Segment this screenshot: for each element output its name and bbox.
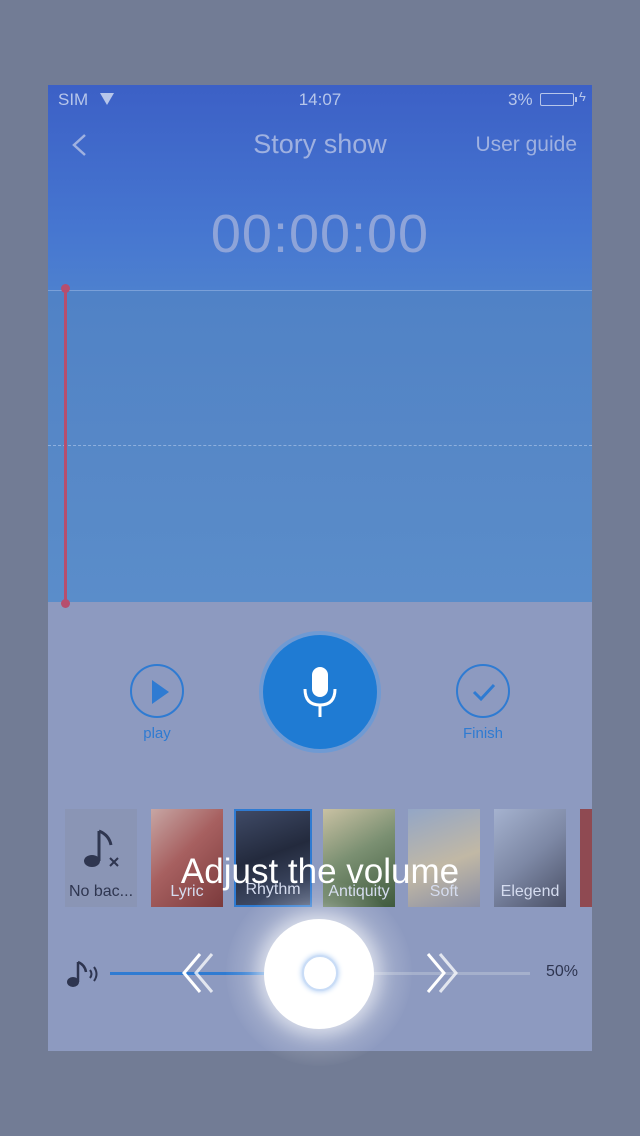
finish-label: Finish [462,725,503,742]
battery-icon [540,93,577,106]
volume-value: 50% [545,963,578,980]
microphone-icon [303,667,337,717]
recording-controls: play Finish [48,602,592,802]
finish-button[interactable] [456,664,510,718]
guide-touch-knob [302,955,338,991]
music-volume-icon [67,960,98,987]
user-guide-link[interactable]: User guide [475,133,577,157]
header: SIM 14:07 3% ϟ Story show User guide 00:… [48,85,592,290]
play-label: play [143,725,171,742]
double-chevron-left-icon [182,953,214,993]
double-chevron-right-icon [426,953,458,993]
recording-timer: 00:00:00 [210,204,430,264]
playhead[interactable] [64,288,67,604]
waveform-area[interactable] [48,284,592,608]
play-button[interactable] [130,664,184,718]
playhead-top-handle[interactable] [61,284,70,293]
waveform-midline [48,445,592,446]
guide-text: Adjust the volume [180,852,460,891]
check-icon [472,683,496,702]
charging-icon: ϟ [579,89,586,104]
record-button[interactable] [263,635,377,749]
status-bar: SIM 14:07 3% ϟ [48,85,592,113]
battery-percent: 3% [508,90,533,109]
